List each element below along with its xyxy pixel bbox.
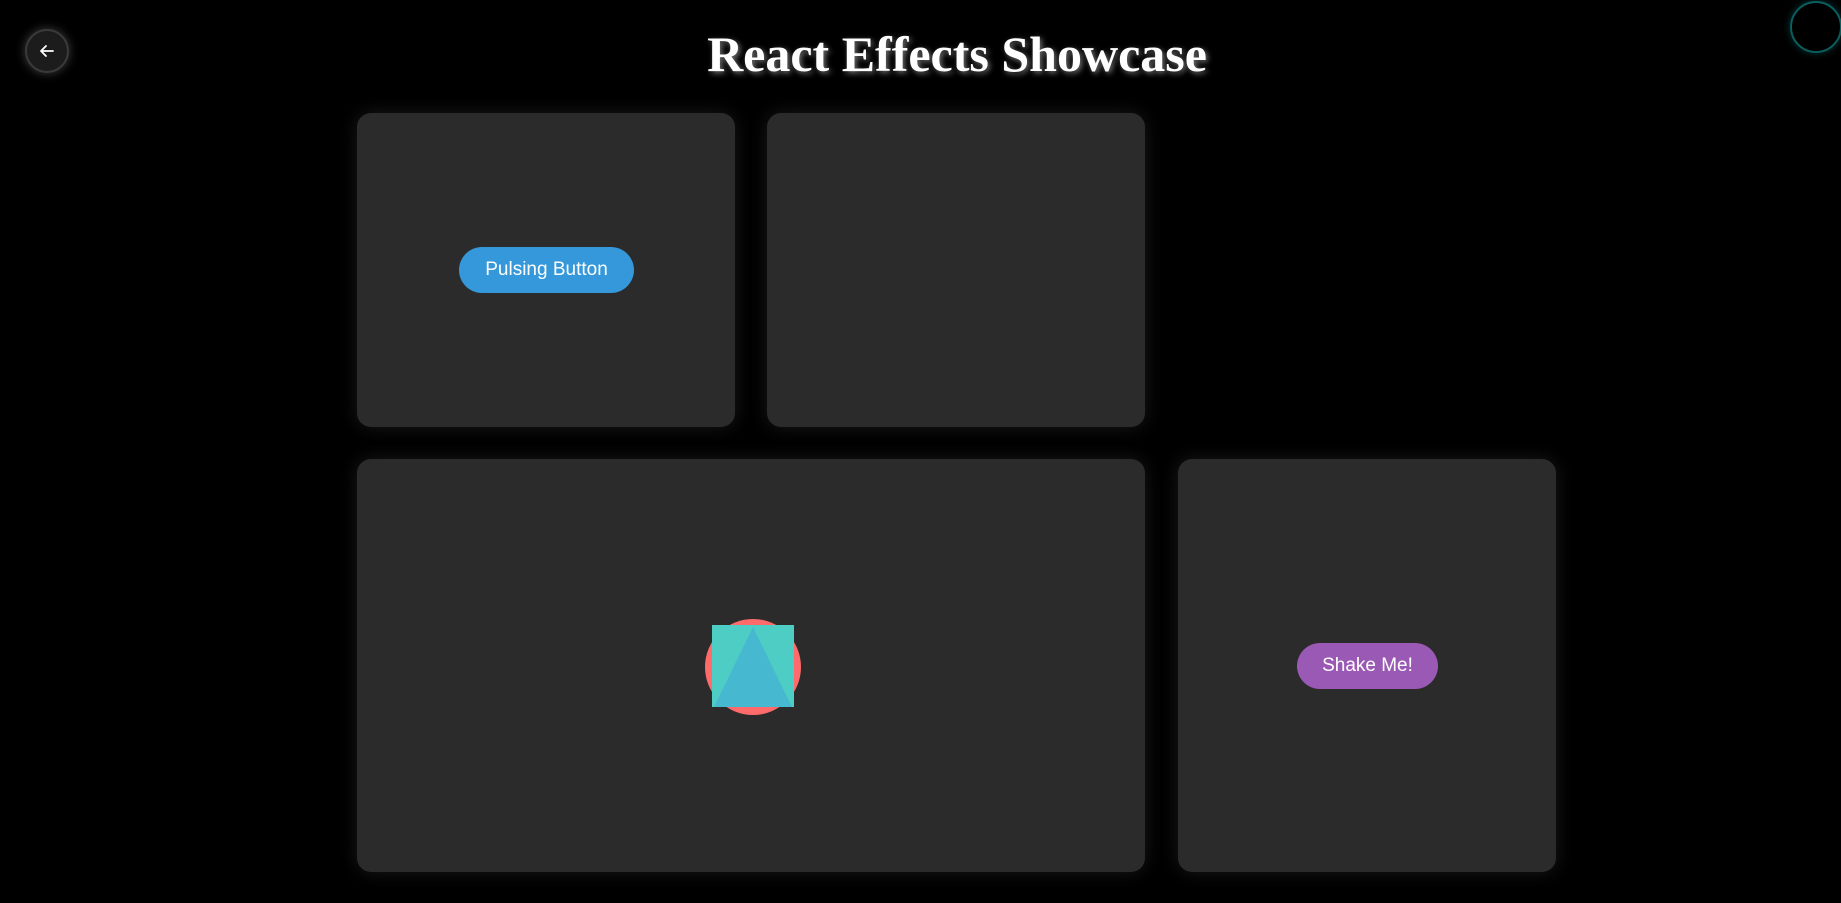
pulse-effect-card: Pulsing Button [357,113,735,427]
page: React Effects Showcase Pulsing Button Sh… [0,0,1841,903]
shapes-stack [705,619,801,715]
morphing-shapes-card [357,459,1145,872]
triangle-shape [714,627,792,707]
pulsing-button[interactable]: Pulsing Button [459,247,634,293]
empty-effect-card [767,113,1145,427]
page-title: React Effects Showcase [707,26,1207,82]
shake-button[interactable]: Shake Me! [1297,643,1438,689]
shake-effect-card: Shake Me! [1178,459,1556,872]
